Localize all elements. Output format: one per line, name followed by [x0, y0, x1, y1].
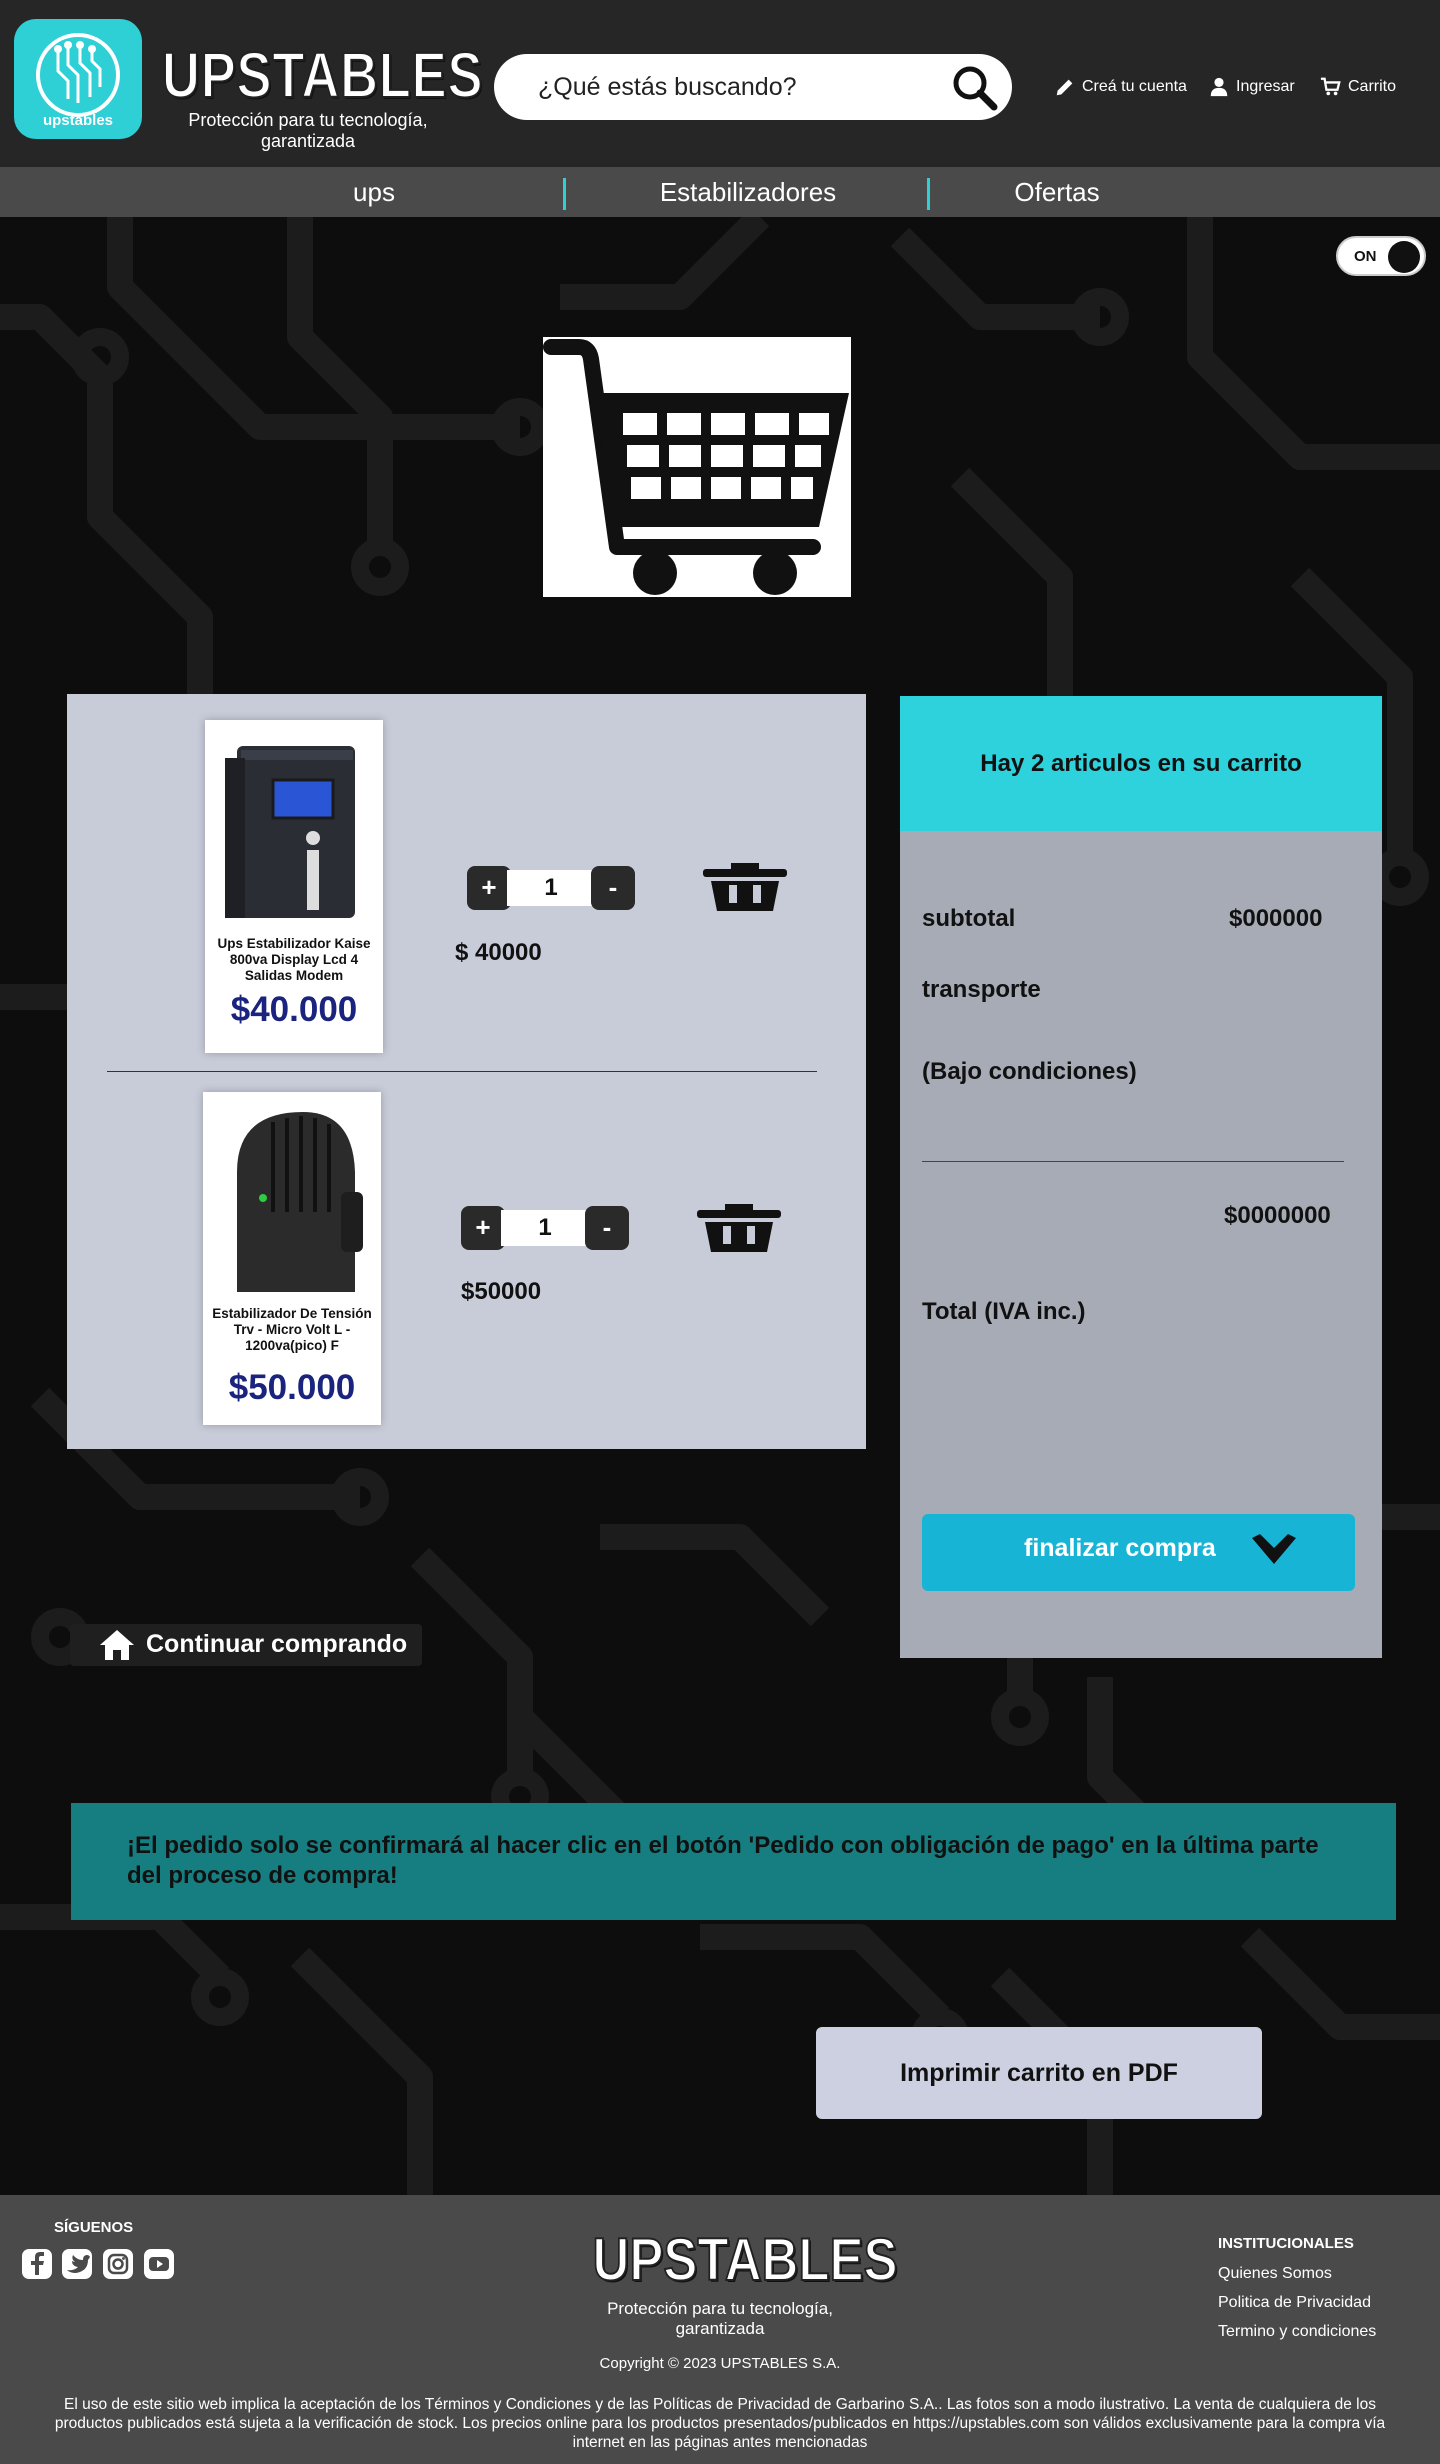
search-icon[interactable]: [950, 63, 998, 111]
transport-label: transporte: [922, 976, 1041, 1003]
ups-device-image: [225, 746, 355, 918]
increase-quantity-button[interactable]: +: [461, 1206, 505, 1250]
home-icon: [100, 1630, 134, 1660]
shopping-cart-icon: [543, 339, 849, 595]
facebook-icon[interactable]: [22, 2249, 52, 2279]
cart-hero-image: [543, 337, 851, 597]
order-summary: Hay 2 articulos en su carrito subtotal $…: [900, 696, 1382, 1658]
youtube-icon[interactable]: [144, 2249, 174, 2279]
cart-icon: [1320, 77, 1341, 96]
total-value: $0000000: [1224, 1202, 1331, 1229]
nav-item-ups[interactable]: ups: [244, 167, 504, 217]
checkout-label: finalizar compra: [1024, 1534, 1216, 1562]
create-account-label: Creá tu cuenta: [1082, 78, 1187, 95]
site-footer: SÍGUENOS UPSTABLES Protección para tu te…: [0, 2195, 1440, 2464]
cart-link[interactable]: Carrito: [1320, 72, 1396, 102]
create-account-link[interactable]: Creá tu cuenta: [1054, 72, 1187, 102]
subtotal-value: $000000: [1229, 905, 1323, 932]
cart-label: Carrito: [1348, 78, 1397, 95]
theme-toggle[interactable]: ON: [1336, 236, 1426, 276]
nav-item-estabilizadores[interactable]: Estabilizadores: [618, 167, 878, 217]
product-card[interactable]: Ups Estabilizador Kaise 800va Display Lc…: [205, 720, 383, 1053]
line-price: $ 40000: [455, 939, 542, 966]
logo-badge[interactable]: upstables: [14, 19, 142, 139]
login-link[interactable]: Ingresar: [1208, 72, 1295, 102]
nav-item-ofertas[interactable]: Ofertas: [927, 167, 1187, 217]
product-card[interactable]: Estabilizador De Tensión Trv - Micro Vol…: [203, 1092, 381, 1425]
toggle-label: ON: [1354, 248, 1377, 265]
increase-quantity-button[interactable]: +: [467, 866, 511, 910]
line-price: $50000: [461, 1278, 542, 1305]
copyright: Copyright © 2023 UPSTABLES S.A.: [599, 2355, 841, 2372]
trash-icon[interactable]: [703, 863, 787, 911]
product-card-price: $50.000: [228, 1368, 356, 1407]
circuit-logo-icon: [36, 33, 120, 117]
nav-separator: [563, 178, 566, 210]
toggle-knob: [1388, 241, 1420, 273]
site-header: upstables UPSTABLES Protección para tu t…: [0, 0, 1440, 167]
item-divider: [107, 1071, 817, 1072]
stabilizer-device-image: [237, 1112, 363, 1292]
search-bar: [494, 54, 1012, 120]
summary-heading: Hay 2 articulos en su carrito: [900, 696, 1382, 831]
trash-icon[interactable]: [697, 1204, 781, 1252]
quantity-value[interactable]: 1: [507, 870, 595, 906]
footer-tagline: Protección para tu tecnología, garantiza…: [607, 2299, 833, 2338]
cart-items-panel: Ups Estabilizador Kaise 800va Display Lc…: [67, 694, 866, 1449]
user-icon: [1210, 77, 1228, 97]
footer-wordmark: UPSTABLES: [592, 2226, 899, 2293]
quantity-value[interactable]: 1: [501, 1210, 589, 1246]
order-confirmation-notice: ¡El pedido solo se confirmará al hacer c…: [71, 1803, 1396, 1920]
brand-tagline: Protección para tu tecnología, garantiza…: [188, 110, 428, 151]
decrease-quantity-button[interactable]: -: [585, 1206, 629, 1250]
summary-divider: [922, 1161, 1344, 1162]
search-input[interactable]: [538, 66, 938, 108]
continue-shopping-label: Continuar comprando: [146, 1630, 408, 1658]
quantity-stepper: + 1 -: [467, 866, 635, 910]
conditions-label: (Bajo condiciones): [922, 1058, 1137, 1085]
category-nav: ups Estabilizadores Ofertas: [0, 167, 1440, 217]
terms-link[interactable]: Termino y condiciones: [1218, 2323, 1376, 2341]
twitter-icon[interactable]: [62, 2249, 92, 2279]
subtotal-label: subtotal: [922, 905, 1016, 932]
institutional-title: INSTITUCIONALES: [1218, 2235, 1354, 2252]
checkout-button[interactable]: finalizar compra: [922, 1514, 1355, 1591]
quantity-stepper: + 1 -: [461, 1206, 629, 1250]
privacy-policy-link[interactable]: Politica de Privacidad: [1218, 2294, 1371, 2312]
brand-wordmark[interactable]: UPSTABLES: [161, 41, 483, 109]
continue-shopping-button[interactable]: Continuar comprando: [70, 1624, 422, 1666]
legal-disclaimer: El uso de este sitio web implica la acep…: [54, 2396, 1386, 2451]
logo-badge-text: upstables: [42, 112, 114, 129]
chevron-down-icon: [1252, 1534, 1296, 1564]
product-card-price: $40.000: [230, 990, 358, 1029]
follow-us-label: SÍGUENOS: [54, 2219, 134, 2236]
decrease-quantity-button[interactable]: -: [591, 866, 635, 910]
product-name: Ups Estabilizador Kaise 800va Display Lc…: [217, 936, 371, 983]
product-name: Estabilizador De Tensión Trv - Micro Vol…: [212, 1306, 372, 1353]
total-label: Total (IVA inc.): [922, 1298, 1086, 1325]
login-label: Ingresar: [1236, 78, 1295, 95]
pencil-icon: [1056, 79, 1073, 96]
print-pdf-button[interactable]: Imprimir carrito en PDF: [816, 2027, 1262, 2119]
instagram-icon[interactable]: [103, 2249, 133, 2279]
about-us-link[interactable]: Quienes Somos: [1218, 2265, 1332, 2283]
